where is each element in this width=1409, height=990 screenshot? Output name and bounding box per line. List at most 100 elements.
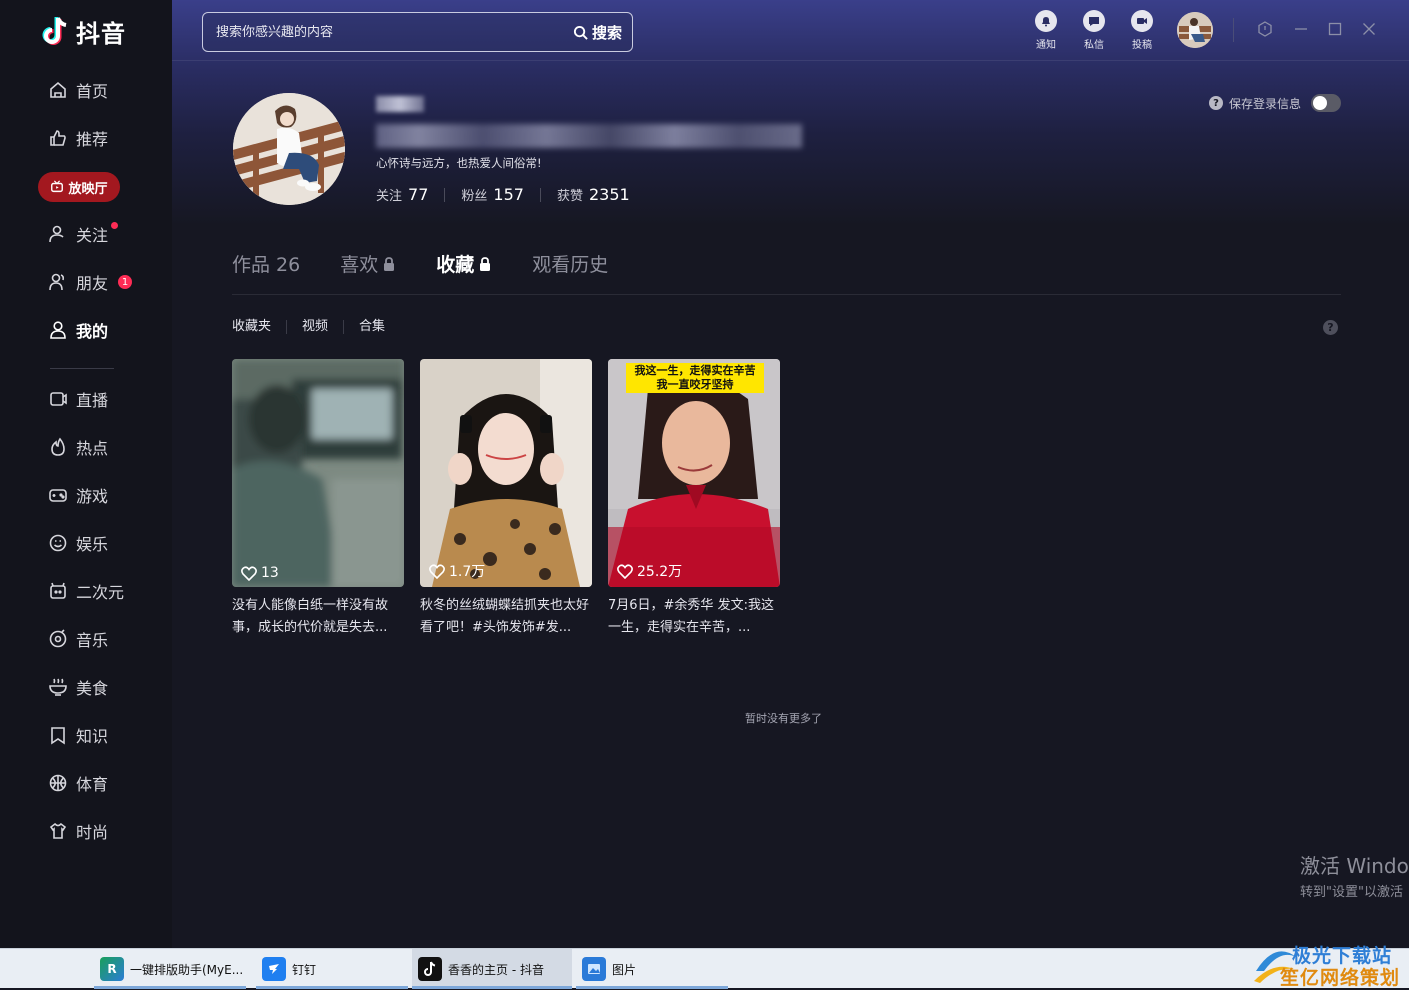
following-label: 关注 — [376, 189, 403, 204]
followers-stat[interactable]: 粉丝 157 — [461, 185, 524, 204]
upload-label: 投稿 — [1132, 40, 1152, 51]
tab-works[interactable]: 作品 26 — [232, 250, 300, 277]
douyin-app-icon — [418, 957, 442, 981]
video-card[interactable]: 1.7万 秋冬的丝绒蝴蝶结抓夹也太好看了吧！#头饰发饰#发... — [420, 359, 592, 639]
message-button[interactable]: 私信 — [1079, 10, 1109, 51]
like-count-value: 13 — [261, 565, 279, 581]
friends-badge: 1 — [118, 275, 133, 289]
tab-label: 观看历史 — [532, 254, 609, 276]
notification-label: 通知 — [1036, 40, 1056, 51]
save-login-setting: ? 保存登录信息 — [1209, 94, 1342, 112]
settings-hex-icon[interactable] — [1256, 20, 1274, 38]
save-login-label: 保存登录信息 — [1229, 96, 1302, 111]
video-thumbnail[interactable]: 13 — [232, 359, 404, 587]
smile-icon — [49, 534, 67, 552]
search-button[interactable]: 搜索 — [573, 22, 632, 43]
sidebar-item-friends[interactable]: 朋友 1 — [48, 270, 133, 294]
sidebar: 抖音 首页 推荐 放映厅 关注 朋友 1 我的 直播 热点 游戏 娱乐 二次元 … — [0, 0, 172, 948]
profile-avatar[interactable] — [233, 93, 345, 205]
girl-hairclip-thumbnail-icon — [420, 359, 592, 587]
favorites-subtabs: 收藏夹 视频 合集 — [232, 320, 400, 334]
tab-likes[interactable]: 喜欢 — [340, 250, 396, 277]
tab-history[interactable]: 观看历史 — [532, 250, 608, 277]
maximize-icon — [1328, 22, 1342, 36]
sidebar-item-label: 推荐 — [76, 130, 109, 149]
video-thumbnail[interactable]: 1.7万 — [420, 359, 592, 587]
search-input[interactable] — [203, 24, 573, 40]
caption-line: 我一直咬牙坚持 — [656, 378, 734, 391]
avatar-illustration-icon — [233, 93, 345, 205]
sidebar-item-anime[interactable]: 二次元 — [48, 579, 124, 603]
help-icon[interactable]: ? — [1209, 96, 1223, 110]
like-count: 1.7万 — [429, 561, 485, 581]
heart-icon — [617, 563, 633, 579]
bell-icon — [1035, 10, 1057, 32]
save-login-toggle[interactable] — [1311, 94, 1342, 112]
sidebar-item-label: 知识 — [76, 727, 109, 746]
douyin-app: 抖音 首页 推荐 放映厅 关注 朋友 1 我的 直播 热点 游戏 娱乐 二次元 … — [0, 0, 1409, 948]
user-avatar[interactable] — [1177, 12, 1213, 48]
sidebar-item-cinema[interactable]: 放映厅 — [38, 172, 120, 202]
following-stat[interactable]: 关注 77 — [376, 185, 428, 204]
upload-icon — [1131, 10, 1153, 32]
taskbar-label: 钉钉 — [292, 962, 317, 977]
search-icon — [573, 25, 588, 40]
message-icon — [1083, 10, 1105, 32]
maximize-button[interactable] — [1326, 20, 1344, 38]
taskbar-item-dingtalk[interactable]: 钉钉 — [256, 949, 408, 989]
likes-count: 2351 — [588, 185, 630, 204]
sidebar-item-label: 二次元 — [76, 583, 125, 602]
no-more-text: 暂时没有更多了 — [745, 712, 822, 725]
sidebar-item-label: 首页 — [76, 82, 109, 101]
sidebar-item-fashion[interactable]: 时尚 — [48, 819, 108, 843]
shirt-icon — [49, 822, 67, 839]
following-count: 77 — [408, 185, 429, 204]
sidebar-item-home[interactable]: 首页 — [48, 78, 108, 102]
video-thumbnail[interactable]: 我这一生，走得实在辛苦 我一直咬牙坚持 25.2万 — [608, 359, 780, 587]
video-card[interactable]: 我这一生，走得实在辛苦 我一直咬牙坚持 25.2万 7月6日，#余秀华 发文:我… — [608, 359, 780, 639]
sidebar-item-knowledge[interactable]: 知识 — [48, 723, 108, 747]
minimize-button[interactable] — [1292, 20, 1310, 38]
subtab-videos[interactable]: 视频 — [286, 320, 343, 334]
taskbar-item-photos[interactable]: 图片 — [576, 949, 728, 989]
lock-icon — [384, 256, 395, 271]
sidebar-item-music[interactable]: 音乐 — [48, 627, 108, 651]
live-icon — [50, 392, 67, 406]
friends-icon — [49, 273, 65, 291]
followers-label: 粉丝 — [461, 189, 488, 204]
sidebar-item-hot[interactable]: 热点 — [48, 435, 108, 459]
sidebar-item-recommend[interactable]: 推荐 — [48, 126, 108, 150]
help-icon[interactable]: ? — [1323, 320, 1338, 335]
video-title[interactable]: 秋冬的丝绒蝴蝶结抓夹也太好看了吧！#头饰发饰#发... — [420, 595, 592, 639]
subtab-folders[interactable]: 收藏夹 — [232, 320, 286, 334]
notification-button[interactable]: 通知 — [1031, 10, 1061, 51]
user-id-blurred — [376, 124, 802, 148]
taskbar-item-douyin[interactable]: 香香的主页 - 抖音 — [412, 949, 572, 989]
lock-icon — [480, 256, 491, 271]
heart-icon — [429, 563, 445, 579]
like-count-value: 25.2万 — [637, 564, 683, 580]
sidebar-item-entertainment[interactable]: 娱乐 — [48, 531, 108, 555]
notification-dot — [111, 222, 119, 229]
taskbar-item-myeditor[interactable]: R 一键排版助手(MyE... — [94, 949, 246, 989]
anime-icon — [50, 582, 66, 599]
upload-button[interactable]: 投稿 — [1127, 10, 1157, 51]
sidebar-item-games[interactable]: 游戏 — [48, 483, 108, 507]
video-card[interactable]: 13 没有人能像白纸一样没有故事，成长的代价就是失去... — [232, 359, 404, 639]
followers-count: 157 — [493, 185, 524, 204]
sidebar-item-following[interactable]: 关注 — [48, 222, 119, 246]
logo[interactable]: 抖音 — [40, 14, 126, 49]
video-title[interactable]: 没有人能像白纸一样没有故事，成长的代价就是失去... — [232, 595, 404, 639]
close-button[interactable] — [1360, 20, 1378, 38]
subtab-collections[interactable]: 合集 — [343, 320, 400, 334]
minimize-icon — [1295, 28, 1307, 30]
tab-favorites[interactable]: 收藏 — [436, 250, 492, 277]
heart-icon — [241, 565, 257, 581]
like-count: 25.2万 — [617, 561, 682, 581]
ball-icon — [49, 774, 67, 792]
video-title[interactable]: 7月6日，#余秀华 发文:我这一生，走得实在辛苦，... — [608, 595, 780, 639]
sidebar-item-live[interactable]: 直播 — [48, 387, 108, 411]
sidebar-item-sports[interactable]: 体育 — [48, 771, 108, 795]
sidebar-item-food[interactable]: 美食 — [48, 675, 108, 699]
sidebar-item-mine[interactable]: 我的 — [48, 318, 108, 342]
